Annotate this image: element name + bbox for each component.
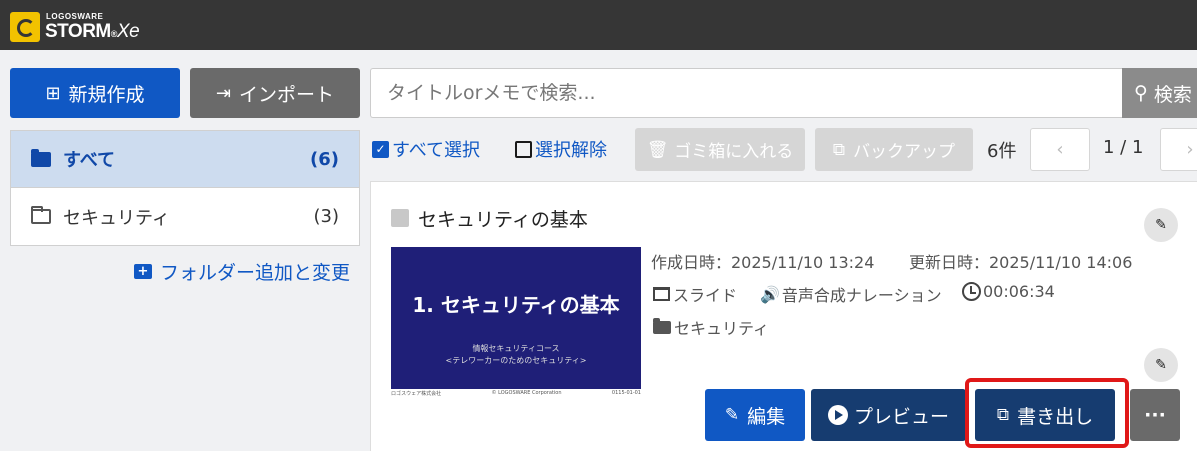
deselect-checkbox[interactable]: 選択解除 <box>515 136 607 162</box>
storm-logo-icon <box>10 12 40 42</box>
content-card: セキュリティの基本 ✎ 1. セキュリティの基本 情報セキュリティコース <テレ… <box>370 181 1197 451</box>
sidebar-item-all[interactable]: すべて (6) <box>11 131 359 188</box>
logo-title: STORM®Xe <box>45 21 140 42</box>
created-date: 作成日時：2025/11/10 13:24 <box>651 253 875 272</box>
import-icon: ⇥ <box>215 82 232 104</box>
more-button[interactable]: ··· <box>1130 389 1180 441</box>
trash-button[interactable]: 🗑 ゴミ箱に入れる <box>635 128 805 171</box>
search-input[interactable] <box>370 68 1122 118</box>
preview-button[interactable]: プレビュー <box>811 389 966 441</box>
next-page-button[interactable]: › <box>1160 128 1197 171</box>
pencil-icon: ✎ <box>1155 357 1167 373</box>
narration-type: 🔊 音声合成ナレーション <box>760 284 942 306</box>
add-folder-icon: + <box>134 264 152 279</box>
thumbnail-title: 1. セキュリティの基本 <box>412 293 620 317</box>
logo-subtitle: LOGOSWARE <box>46 12 104 21</box>
thumbnail-subtitle-2: <テレワーカーのためのセキュリティ> <box>445 356 587 365</box>
prev-page-button[interactable]: ‹ <box>1030 128 1090 171</box>
search-icon: ⚲ <box>1134 82 1148 104</box>
pencil-icon: ✎ <box>1155 217 1167 233</box>
folder-icon <box>653 317 671 334</box>
trash-icon: 🗑 <box>646 139 669 160</box>
slide-icon <box>653 287 670 301</box>
folder-icon <box>31 148 51 167</box>
card-title: セキュリティの基本 <box>418 209 588 231</box>
clock-icon <box>962 282 981 301</box>
backup-button[interactable]: ⧉ バックアップ <box>815 128 973 171</box>
select-all-checkbox[interactable]: ✓ すべて選択 <box>372 136 480 162</box>
updated-date: 更新日時：2025/11/10 14:06 <box>909 253 1133 272</box>
external-link-icon: ⧉ <box>996 405 1010 425</box>
edit-title-button[interactable]: ✎ <box>1144 208 1178 242</box>
checkbox-empty-icon <box>515 140 532 158</box>
speaker-icon: 🔊 <box>760 284 780 304</box>
new-button[interactable]: ⊞ 新規作成 <box>10 68 180 118</box>
edit-memo-button[interactable]: ✎ <box>1144 348 1178 382</box>
import-button[interactable]: ⇥ インポート <box>190 68 360 118</box>
folder-label: セキュリティ <box>653 315 769 339</box>
add-box-icon: ⊞ <box>45 82 61 104</box>
checkbox-checked-icon: ✓ <box>372 140 389 158</box>
external-link-icon: ⧉ <box>832 139 846 160</box>
duration: 00:06:34 <box>962 282 1055 301</box>
card-checkbox[interactable] <box>391 209 409 227</box>
top-bar: LOGOSWARE STORM®Xe <box>0 0 1197 50</box>
edit-button[interactable]: ✎ 編集 <box>705 389 805 441</box>
play-icon <box>827 405 848 425</box>
folder-outline-icon <box>31 206 51 224</box>
sidebar-item-security[interactable]: セキュリティ (3) <box>11 188 359 245</box>
content-type: スライド <box>653 282 737 306</box>
export-button[interactable]: ⧉ 書き出し <box>975 389 1115 441</box>
search-button[interactable]: ⚲ 検索 <box>1122 68 1197 118</box>
thumbnail-subtitle: 情報セキュリティコース <box>472 344 560 353</box>
thumbnail-footer: ロゴスウェア株式会社 © LOGOSWARE Corporation 0115-… <box>391 389 641 397</box>
add-folder-link[interactable]: + フォルダー追加と変更 <box>134 258 350 285</box>
pencil-icon: ✎ <box>724 405 740 425</box>
folder-sidebar: すべて (6) セキュリティ (3) <box>10 130 360 246</box>
slide-thumbnail[interactable]: 1. セキュリティの基本 情報セキュリティコース <テレワーカーのためのセキュリ… <box>391 247 641 389</box>
item-count: 6件 <box>987 141 1017 162</box>
page-indicator: 1 / 1 <box>1103 137 1144 158</box>
